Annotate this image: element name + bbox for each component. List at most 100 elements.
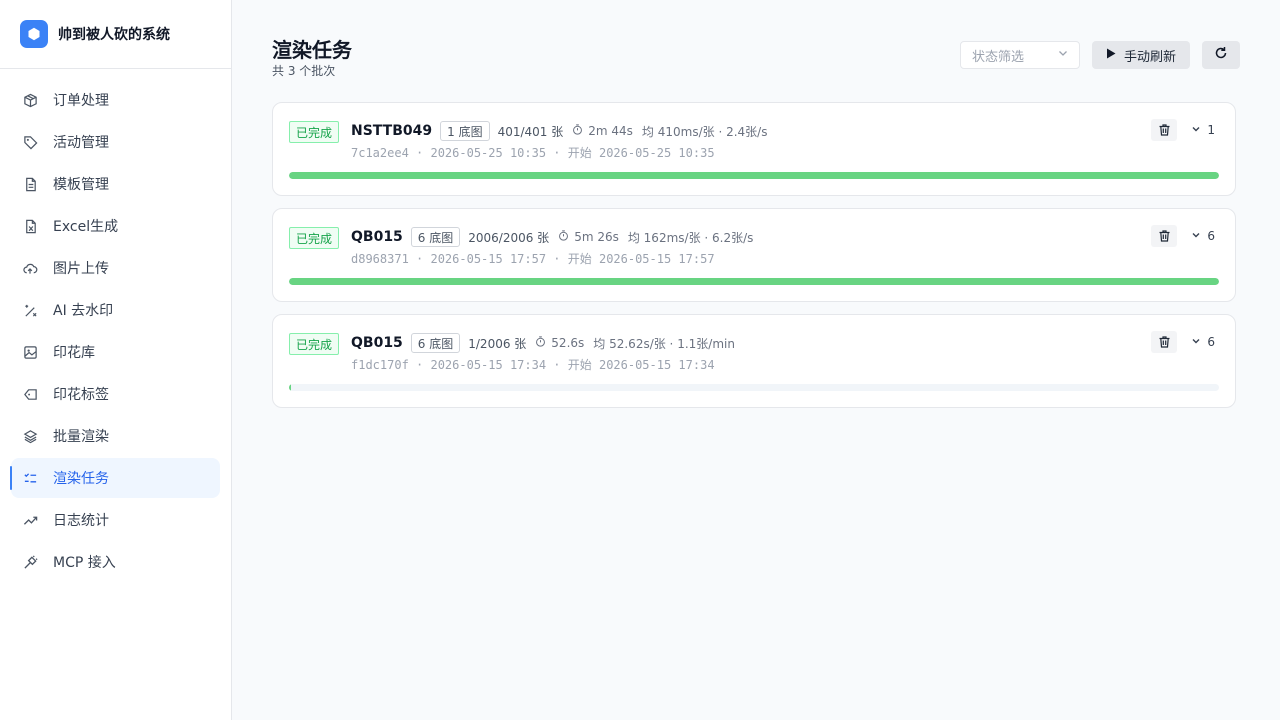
sidebar-item-trend[interactable]: 日志统计	[11, 500, 220, 540]
image-count: 2006/2006 张	[468, 230, 550, 245]
delete-button[interactable]	[1151, 225, 1178, 247]
chevron-down-icon	[1191, 335, 1201, 349]
refresh-icon	[1214, 46, 1228, 64]
delete-button[interactable]	[1151, 119, 1178, 141]
delete-button[interactable]	[1151, 331, 1178, 353]
base-image-tag: 6 底图	[410, 333, 461, 353]
batch-meta: d8968371 · 2026-05-15 17:57 · 开始 2026-05…	[351, 252, 715, 266]
sidebar-item-cloud-upload[interactable]: 图片上传	[11, 248, 220, 288]
sidebar-item-magic-wand[interactable]: AI 去水印	[11, 290, 220, 330]
progress-fill	[289, 384, 292, 391]
duration: 52.6s	[551, 336, 585, 350]
image-count: 401/401 张	[497, 124, 564, 139]
sidebar-item-image[interactable]: 印花库	[11, 332, 220, 372]
batch-code: QB015	[351, 229, 403, 245]
trash-icon	[1159, 227, 1170, 246]
base-image-tag: 1 底图	[440, 121, 490, 141]
trend-icon	[22, 512, 38, 528]
layers-icon	[22, 428, 38, 444]
base-image-tag: 6 底图	[410, 227, 461, 247]
progress-bar	[289, 172, 1219, 179]
sidebar-item-package[interactable]: 订单处理	[11, 80, 220, 120]
progress-fill	[289, 172, 1219, 179]
image-icon	[22, 344, 38, 360]
sidebar-nav: 订单处理活动管理模板管理 Excel生成 图片上传 AI 去水印 印花库印花标签批量渲染…	[0, 69, 231, 582]
expand-toggle[interactable]: 6	[1191, 335, 1215, 349]
sidebar-item-layers[interactable]: 批量渲染	[11, 416, 220, 456]
brand-name: 帅到被人砍的系统	[58, 27, 170, 43]
sidebar-item-label: 印花标签	[53, 387, 109, 403]
sidebar-item-label: AI 去水印	[53, 303, 114, 319]
status-filter-placeholder: 状态筛选	[971, 49, 1024, 65]
magic-wand-icon	[22, 302, 38, 318]
expand-toggle[interactable]: 1	[1191, 123, 1215, 137]
sidebar-item-label: 活动管理	[53, 135, 109, 151]
average-speed: 均 52.62s/张 · 1.1张/min	[593, 336, 735, 351]
brand[interactable]: 帅到被人砍的系统	[0, 0, 231, 69]
image-count: 1/2006 张	[468, 336, 527, 351]
cloud-upload-icon	[22, 260, 38, 276]
batch-card: 已完成 QB015 6 底图 1/2006 张 52.6s 均 52.62s/张 · 1.…	[272, 314, 1236, 408]
batch-meta: 7c1a2ee4 · 2026-05-25 10:35 · 开始 2026-05…	[351, 146, 715, 160]
status-badge: 已完成	[289, 333, 340, 355]
sidebar-item-plug[interactable]: MCP 接入	[11, 542, 220, 582]
trash-icon	[1159, 333, 1170, 352]
sidebar-item-label[interactable]: 印花标签	[11, 374, 220, 414]
status-badge: 已完成	[289, 227, 340, 249]
sidebar-item-label: MCP 接入	[53, 555, 116, 571]
sidebar-item-label: 渲染任务	[53, 471, 109, 487]
sidebar-item-label: 订单处理	[53, 93, 109, 109]
status-filter-select[interactable]: 状态筛选	[959, 41, 1080, 69]
timer-icon	[558, 230, 569, 244]
main-content: 渲染任务 共 3 个批次 状态筛选 手动刷新 已完成 NSTTB049 1 底图 40…	[232, 0, 1280, 720]
spreadsheet-icon	[22, 218, 38, 234]
expand-count: 6	[1207, 335, 1215, 349]
file-icon	[22, 176, 38, 192]
sidebar-item-label: 模板管理	[53, 177, 109, 193]
chevron-down-icon	[1191, 229, 1201, 243]
page-subtitle: 共 3 个批次	[272, 64, 336, 78]
manual-refresh-label: 手动刷新	[1123, 49, 1176, 65]
play-icon	[1106, 48, 1116, 62]
batch-meta: f1dc170f · 2026-05-15 17:34 · 开始 2026-05…	[351, 358, 715, 372]
batch-code: NSTTB049	[351, 123, 433, 139]
batch-code: QB015	[351, 335, 403, 351]
progress-bar	[289, 384, 1219, 391]
batch-summary: QB015 6 底图 1/2006 张 52.6s 均 52.62s/张 · 1.1张/…	[351, 332, 735, 354]
timer-icon	[572, 124, 583, 138]
chevron-down-icon	[1057, 47, 1069, 63]
sidebar-item-spreadsheet[interactable]: Excel生成	[11, 206, 220, 246]
card-actions: 1	[1151, 119, 1215, 141]
toolbar: 状态筛选 手动刷新	[959, 41, 1240, 69]
sidebar-item-label: 图片上传	[53, 261, 109, 277]
duration: 5m 26s	[574, 230, 619, 244]
batch-summary: QB015 6 底图 2006/2006 张 5m 26s 均 162ms/张 · 6.…	[351, 226, 753, 248]
expand-toggle[interactable]: 6	[1191, 229, 1215, 243]
sidebar: 帅到被人砍的系统 订单处理活动管理模板管理 Excel生成 图片上传 AI 去水印 印花…	[0, 0, 232, 720]
manual-refresh-button[interactable]: 手动刷新	[1091, 41, 1190, 69]
batch-card: 已完成 NSTTB049 1 底图 401/401 张 2m 44s 均 410ms/张 …	[272, 102, 1236, 196]
card-actions: 6	[1151, 225, 1215, 247]
expand-count: 1	[1207, 123, 1215, 137]
sidebar-item-tag[interactable]: 活动管理	[11, 122, 220, 162]
batch-summary: NSTTB049 1 底图 401/401 张 2m 44s 均 410ms/张 · 2…	[351, 120, 767, 142]
sidebar-item-label: 印花库	[53, 345, 95, 361]
trash-icon	[1159, 121, 1170, 140]
average-speed: 均 410ms/张 · 2.4张/s	[641, 124, 768, 139]
hexagon-logo-icon	[20, 20, 48, 48]
duration: 2m 44s	[588, 124, 633, 138]
plug-icon	[22, 554, 38, 570]
page-title: 渲染任务	[272, 38, 352, 62]
label-icon	[22, 386, 38, 402]
sidebar-item-label: Excel生成	[53, 219, 119, 235]
refresh-button[interactable]	[1202, 41, 1240, 69]
status-badge: 已完成	[289, 121, 340, 143]
sidebar-item-label: 日志统计	[53, 513, 109, 529]
tag-icon	[22, 134, 38, 150]
sidebar-item-label: 批量渲染	[53, 429, 109, 445]
sidebar-item-file[interactable]: 模板管理	[11, 164, 220, 204]
sidebar-item-task-list[interactable]: 渲染任务	[10, 458, 220, 498]
package-icon	[22, 92, 38, 108]
expand-count: 6	[1207, 229, 1215, 243]
batch-card: 已完成 QB015 6 底图 2006/2006 张 5m 26s 均 162ms/张 ·…	[272, 208, 1236, 302]
